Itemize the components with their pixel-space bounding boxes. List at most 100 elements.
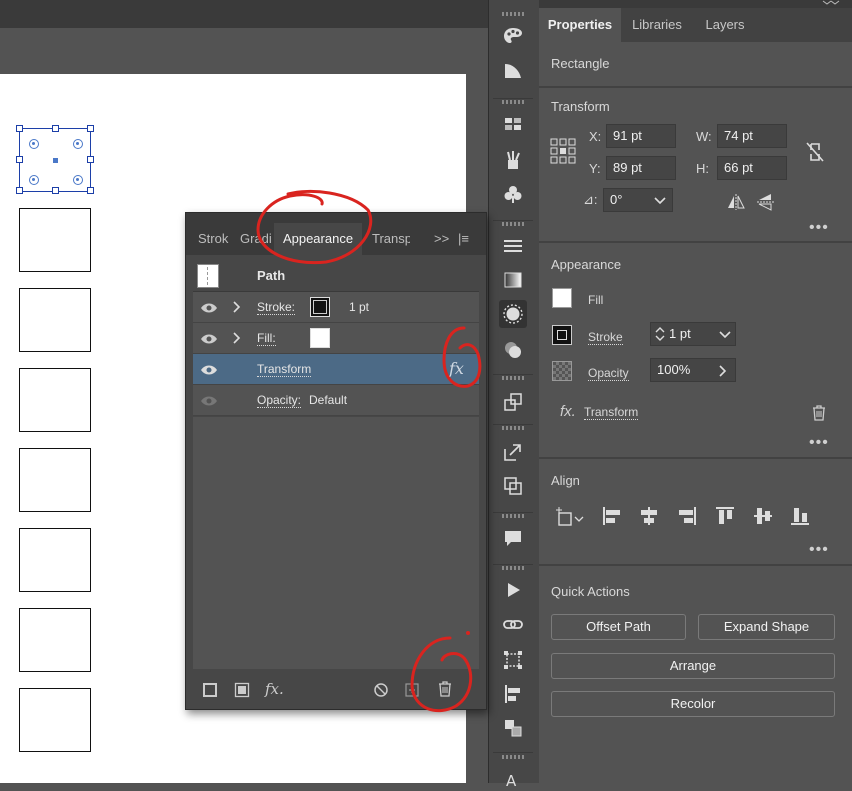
tab-stroke[interactable]: Strok: [198, 223, 230, 255]
stroke-swatch[interactable]: [552, 325, 572, 345]
stroke-label[interactable]: Stroke:: [257, 300, 296, 315]
align-icon[interactable]: [499, 680, 527, 708]
recolor-button[interactable]: Recolor: [551, 691, 835, 717]
stroke-label[interactable]: Stroke: [588, 330, 623, 345]
clear-appearance-icon[interactable]: [373, 682, 389, 698]
drag-grip[interactable]: [502, 755, 524, 759]
drag-grip[interactable]: [502, 100, 524, 104]
links-icon[interactable]: [499, 610, 527, 638]
opacity-swatch[interactable]: [552, 361, 572, 381]
rotate-angle-field[interactable]: 0°: [603, 188, 673, 212]
more-options-icon[interactable]: •••: [809, 219, 829, 237]
chevron-right-icon[interactable]: [719, 365, 727, 377]
align-to-selection-icon[interactable]: [555, 507, 585, 529]
resize-handle[interactable]: [16, 187, 23, 194]
tab-properties[interactable]: Properties: [539, 8, 621, 42]
rectangle[interactable]: [19, 528, 91, 592]
panel-menu-icon[interactable]: |≡: [458, 223, 480, 255]
rectangle[interactable]: [19, 608, 91, 672]
pathfinder-icon[interactable]: [499, 472, 527, 500]
align-horizontal-center-icon[interactable]: [638, 505, 660, 527]
corner-widget[interactable]: [29, 139, 39, 149]
align-lines-icon[interactable]: [499, 232, 527, 260]
trash-icon[interactable]: [812, 405, 826, 421]
drag-grip[interactable]: [502, 376, 524, 380]
resize-handle[interactable]: [87, 156, 94, 163]
add-new-stroke-icon[interactable]: [202, 682, 218, 698]
chevron-right-icon[interactable]: [233, 301, 241, 313]
type-icon[interactable]: A: [499, 763, 527, 791]
transform-icon[interactable]: [499, 388, 527, 416]
chevron-down-icon[interactable]: [719, 331, 731, 339]
reference-point-icon[interactable]: [550, 138, 576, 164]
resize-handle[interactable]: [87, 187, 94, 194]
tab-libraries[interactable]: Libraries: [623, 8, 691, 42]
transform-effect-link[interactable]: Transform: [584, 405, 639, 420]
more-options-icon[interactable]: •••: [809, 541, 829, 559]
brushes-icon[interactable]: [499, 146, 527, 174]
constrain-proportions-icon[interactable]: [805, 141, 825, 163]
expand-shape-button[interactable]: Expand Shape: [698, 614, 835, 640]
gradient-swatch-icon[interactable]: [499, 56, 527, 84]
selected-rectangle[interactable]: [16, 125, 94, 194]
height-field[interactable]: 66 pt: [717, 156, 787, 180]
transform-effect-link[interactable]: Transform: [257, 362, 312, 377]
rectangle[interactable]: [19, 288, 91, 352]
drag-grip[interactable]: [502, 222, 524, 226]
align-right-icon[interactable]: [676, 505, 698, 527]
align-top-icon[interactable]: [714, 505, 736, 527]
flip-horizontal-icon[interactable]: [726, 193, 746, 211]
play-icon[interactable]: [499, 576, 527, 604]
x-position-field[interactable]: 91 pt: [606, 124, 676, 148]
collapse-icon[interactable]: [821, 0, 841, 6]
rectangle[interactable]: [19, 208, 91, 272]
drag-grip[interactable]: [502, 12, 524, 16]
chevron-down-icon[interactable]: [654, 197, 666, 205]
align-left-icon[interactable]: [601, 505, 623, 527]
rectangle[interactable]: [19, 368, 91, 432]
eye-icon[interactable]: [200, 302, 218, 314]
eye-icon[interactable]: [200, 333, 218, 345]
chevron-right-icon[interactable]: [233, 332, 241, 344]
rectangle[interactable]: [19, 448, 91, 512]
opacity-label[interactable]: Opacity: [588, 366, 629, 381]
artboard-grid-icon[interactable]: [499, 110, 527, 138]
drag-grip[interactable]: [502, 566, 524, 570]
eye-icon[interactable]: [200, 395, 218, 407]
flip-vertical-icon[interactable]: [756, 192, 776, 212]
stroke-swatch[interactable]: [310, 297, 330, 317]
corner-widget[interactable]: [29, 175, 39, 185]
add-effect-icon[interactable]: fx.: [265, 680, 284, 698]
rectangle[interactable]: [19, 688, 91, 752]
resize-handle[interactable]: [16, 125, 23, 132]
resize-handle[interactable]: [87, 125, 94, 132]
width-field[interactable]: 74 pt: [717, 124, 787, 148]
stroke-weight-field[interactable]: 1 pt: [650, 322, 736, 346]
comment-icon[interactable]: [499, 524, 527, 552]
more-options-icon[interactable]: •••: [809, 434, 829, 452]
fill-swatch[interactable]: [552, 288, 572, 308]
corner-widget[interactable]: [73, 139, 83, 149]
offset-path-button[interactable]: Offset Path: [551, 614, 686, 640]
resize-handle[interactable]: [52, 187, 59, 194]
fill-swatch[interactable]: [310, 328, 330, 348]
resize-handle[interactable]: [52, 125, 59, 132]
export-icon[interactable]: [499, 438, 527, 466]
tab-layers[interactable]: Layers: [695, 8, 755, 42]
transform-box-icon[interactable]: [499, 646, 527, 674]
gradient-icon[interactable]: [499, 266, 527, 294]
paint-palette-icon[interactable]: [499, 22, 527, 50]
drag-grip[interactable]: [502, 514, 524, 518]
arrange-button[interactable]: Arrange: [551, 653, 835, 679]
stepper-icon[interactable]: [655, 326, 665, 342]
align-bottom-icon[interactable]: [789, 505, 811, 527]
add-new-fill-icon[interactable]: [234, 682, 250, 698]
align-vertical-center-icon[interactable]: [752, 505, 774, 527]
arrange-icon[interactable]: [499, 714, 527, 742]
opacity-field[interactable]: 100%: [650, 358, 736, 382]
appearance-icon[interactable]: [499, 300, 527, 328]
stroke-row[interactable]: Stroke: 1 pt: [193, 292, 479, 323]
graphic-styles-icon[interactable]: [499, 336, 527, 364]
fx-icon[interactable]: fx.: [560, 403, 576, 420]
eye-icon[interactable]: [200, 364, 218, 376]
